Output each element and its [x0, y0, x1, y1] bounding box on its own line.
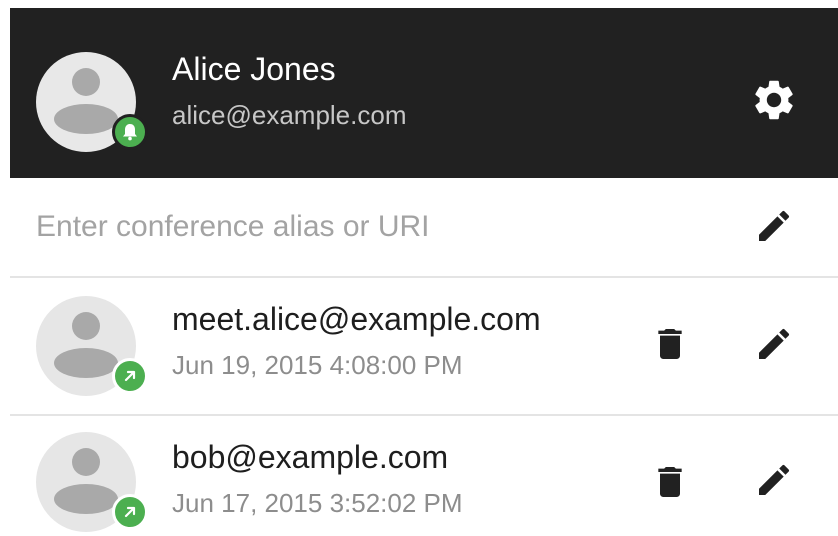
- pencil-icon: [759, 210, 790, 241]
- history-timestamp: Jun 17, 2015 3:52:02 PM: [172, 488, 463, 518]
- avatar-body: [54, 104, 118, 134]
- settings-button[interactable]: [744, 70, 804, 130]
- history-item[interactable]: meet.alice@example.com Jun 19, 2015 4:08…: [10, 278, 838, 416]
- conference-alias-input[interactable]: [36, 204, 726, 250]
- avatar-head: [72, 68, 100, 96]
- history-timestamp: Jun 19, 2015 4:08:00 PM: [172, 350, 463, 380]
- avatar-head: [72, 448, 100, 476]
- avatar-head: [72, 312, 100, 340]
- history-alias: meet.alice@example.com: [172, 301, 541, 337]
- app-window: Alice Jones alice@example.com meet.alice…: [0, 0, 838, 536]
- outgoing-call-icon: [124, 506, 136, 518]
- gear-icon: [755, 80, 793, 120]
- history-alias: bob@example.com: [172, 439, 449, 475]
- call-direction-badge: [112, 494, 148, 530]
- user-email: alice@example.com: [172, 100, 407, 130]
- trash-icon: [658, 329, 682, 359]
- pencil-icon: [759, 328, 790, 359]
- outgoing-call-icon: [124, 370, 136, 382]
- delete-history-button[interactable]: [642, 454, 698, 510]
- delete-history-button[interactable]: [642, 316, 698, 372]
- user-name: Alice Jones: [172, 51, 336, 87]
- account-header: Alice Jones alice@example.com: [10, 8, 838, 178]
- history-item[interactable]: bob@example.com Jun 17, 2015 3:52:02 PM: [10, 416, 838, 536]
- conference-alias-row: [10, 178, 838, 278]
- avatar-body: [54, 348, 118, 378]
- pencil-icon: [759, 464, 790, 495]
- call-direction-badge: [112, 358, 148, 394]
- bell-icon: [123, 124, 137, 141]
- edit-history-button[interactable]: [746, 452, 802, 508]
- edit-history-button[interactable]: [746, 316, 802, 372]
- avatar-body: [54, 484, 118, 514]
- trash-icon: [658, 467, 682, 497]
- edit-alias-button[interactable]: [746, 198, 802, 254]
- registration-status-badge: [112, 114, 148, 150]
